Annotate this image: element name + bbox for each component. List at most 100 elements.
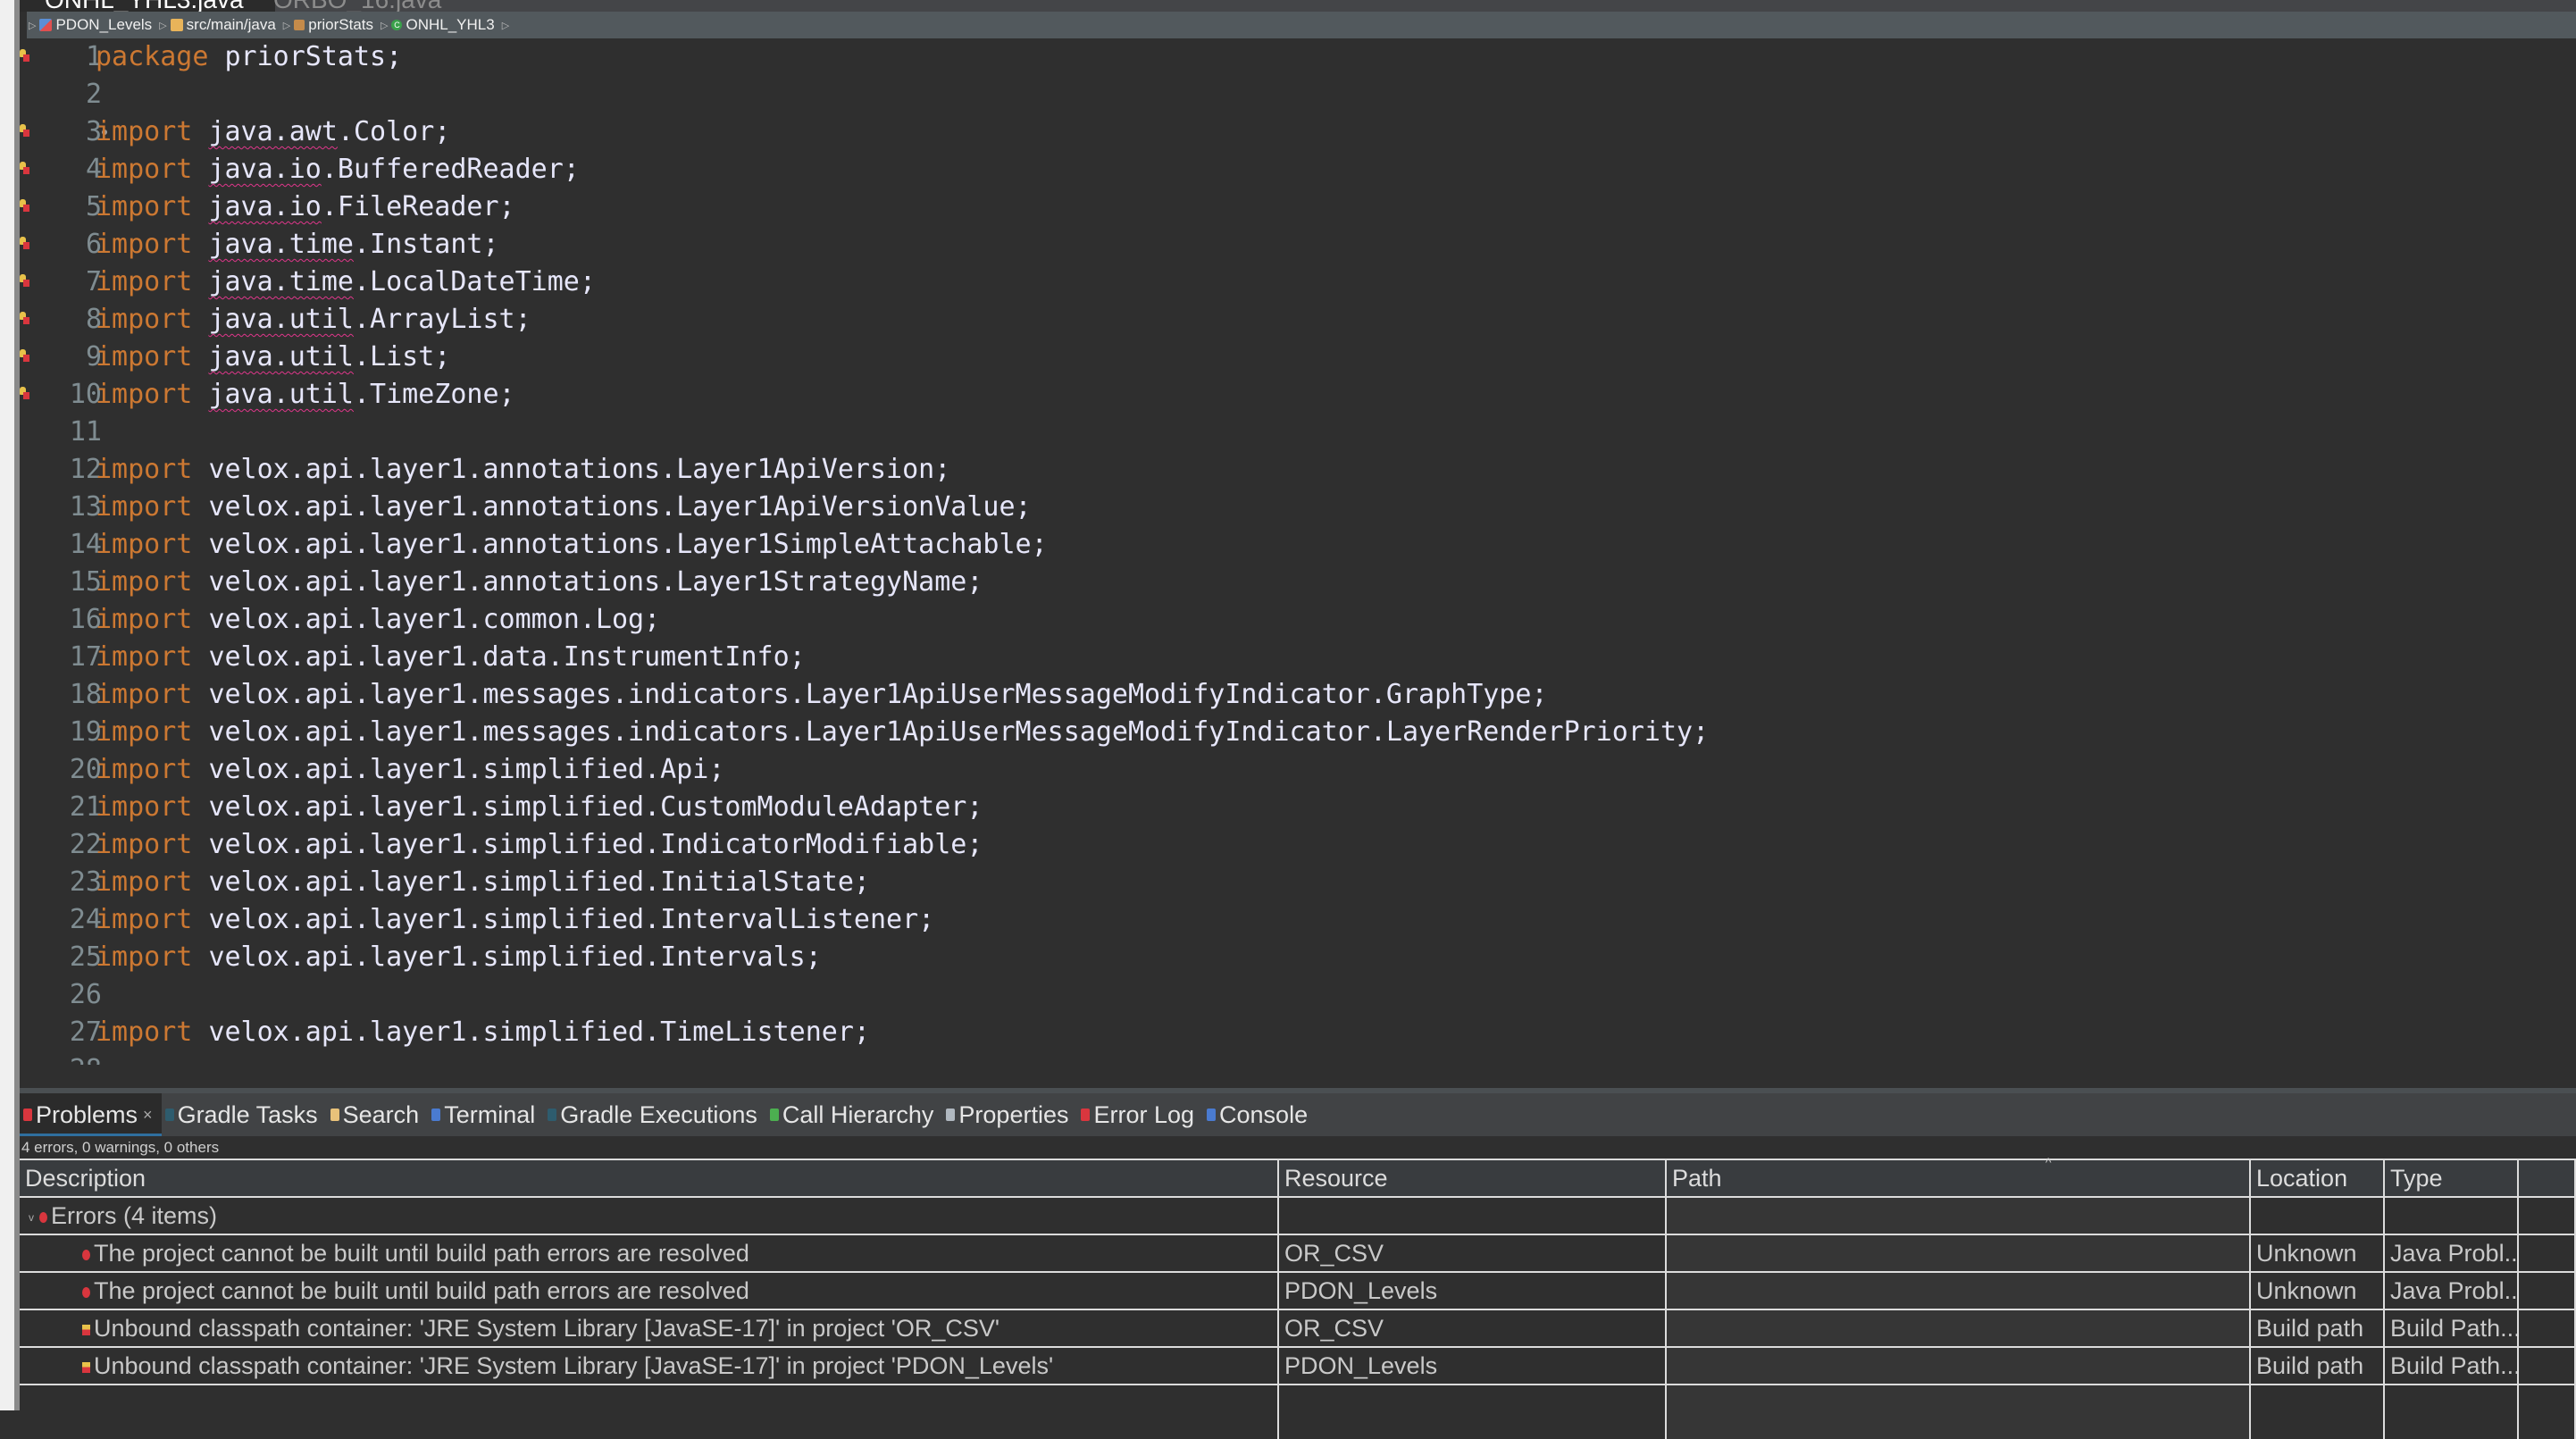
code-line[interactable]: 6 import java.time.Instant; [20, 226, 2576, 264]
panel-tab-call-hierarchy[interactable]: Call Hierarchy [766, 1093, 943, 1136]
location-cell: Unknown [2251, 1235, 2385, 1271]
breadcrumb-chevron-icon[interactable]: ▷ [283, 20, 290, 31]
description-cell: Unbound classpath container: 'JRE System… [20, 1310, 1279, 1346]
code-line[interactable]: 27 import velox.api.layer1.simplified.Tim… [20, 1014, 2576, 1051]
panel-tab-problems[interactable]: Problems × [20, 1093, 162, 1136]
description-cell: The project cannot be built until build … [20, 1235, 1279, 1271]
empty-cell [1279, 1385, 1667, 1439]
code-rest: velox.api.layer1.simplified.TimeListener… [208, 1017, 870, 1048]
column-header-type[interactable]: Type [2385, 1160, 2519, 1196]
line-number: 22 [69, 829, 102, 860]
code-line[interactable]: 13 import velox.api.layer1.annotations.La… [20, 489, 2576, 526]
column-header-location[interactable]: Location [2251, 1160, 2385, 1196]
error-marker-icon[interactable] [20, 162, 29, 174]
breadcrumb-item-project[interactable]: PDON_Levels [39, 16, 152, 34]
column-header-resource[interactable]: Resource [1279, 1160, 1667, 1196]
code-line[interactable]: 25 import velox.api.layer1.simplified.Int… [20, 939, 2576, 976]
keyword: import [96, 604, 193, 635]
resource-cell: OR_CSV [1279, 1310, 1667, 1346]
breadcrumb-chevron-icon[interactable]: ▷ [159, 20, 166, 31]
keyword: import [96, 116, 193, 147]
column-header-path[interactable]: Path [1667, 1160, 2251, 1196]
breadcrumb-item-source-folder[interactable]: src/main/java [170, 16, 276, 34]
problem-group-row[interactable]: v Errors (4 items) [20, 1198, 2576, 1235]
code-line[interactable]: 24 import velox.api.layer1.simplified.Int… [20, 901, 2576, 939]
problem-row[interactable]: Unbound classpath container: 'JRE System… [20, 1310, 2576, 1348]
code-line[interactable]: 19 import velox.api.layer1.messages.indic… [20, 714, 2576, 751]
code-text: import velox.api.layer1.annotations.Laye… [96, 564, 983, 601]
code-line[interactable]: 28 [20, 1051, 2576, 1065]
error-marker-icon[interactable] [20, 312, 29, 324]
code-line[interactable]: 17 import velox.api.layer1.data.Instrumen… [20, 639, 2576, 676]
error-marker-icon[interactable] [20, 387, 29, 399]
code-line[interactable]: 14 import velox.api.layer1.annotations.La… [20, 526, 2576, 564]
location-cell: Build path [2251, 1310, 2385, 1346]
panel-tab-search[interactable]: Search [327, 1093, 429, 1136]
code-line[interactable]: 3 import java.awt.Color; [20, 113, 2576, 151]
keyword: import [96, 716, 193, 748]
breadcrumb-item-package[interactable]: priorStats [294, 16, 373, 34]
code-line[interactable]: 20 import velox.api.layer1.simplified.Api… [20, 751, 2576, 789]
code-editor[interactable]: 2827import velox.api.layer1.simplified.T… [20, 38, 2576, 1065]
problems-icon [23, 1109, 32, 1121]
code-line[interactable]: 21 import velox.api.layer1.simplified.Cus… [20, 789, 2576, 826]
keyword: package [96, 41, 209, 72]
code-text: import java.io.FileReader; [96, 188, 515, 226]
code-text: import velox.api.layer1.data.InstrumentI… [96, 639, 806, 676]
breadcrumb-chevron-icon[interactable]: ▷ [381, 20, 388, 31]
panel-tab-gradle-executions[interactable]: Gradle Executions [544, 1093, 766, 1136]
code-line[interactable]: 26 [20, 976, 2576, 1014]
problem-row[interactable]: The project cannot be built until build … [20, 1273, 2576, 1310]
code-line[interactable]: 22 import velox.api.layer1.simplified.Ind… [20, 826, 2576, 864]
empty-row[interactable] [20, 1385, 2576, 1439]
code-line[interactable]: 1 package priorStats; [20, 38, 2576, 76]
code-line[interactable]: 12 import velox.api.layer1.annotations.La… [20, 451, 2576, 489]
breadcrumb-chevron-icon[interactable]: ▷ [502, 20, 509, 31]
breadcrumb-chevron-icon[interactable]: ▷ [29, 20, 36, 31]
breadcrumb-item-class[interactable]: C ONHL_YHL3 [391, 16, 495, 34]
line-number: 7 [85, 266, 102, 297]
code-text: import velox.api.layer1.simplified.Custo… [96, 789, 983, 826]
panel-tab-terminal[interactable]: Terminal [428, 1093, 544, 1136]
editor-tab-inactive[interactable]: ORBO_16.java [248, 0, 466, 12]
code-line[interactable]: 8 import java.util.ArrayList; [20, 301, 2576, 339]
code-line[interactable]: 16 import velox.api.layer1.common.Log; [20, 601, 2576, 639]
panel-tab-bar: Problems × Gradle Tasks Search Terminal Gradl… [20, 1093, 2576, 1136]
error-marker-icon[interactable] [20, 349, 29, 362]
code-line[interactable]: 10 import java.util.TimeZone; [20, 376, 2576, 414]
code-line[interactable]: 4 import java.io.BufferedReader; [20, 151, 2576, 188]
code-line[interactable]: 9 import java.util.List; [20, 339, 2576, 376]
unresolved-import: java.time [208, 229, 354, 260]
expand-toggle-icon[interactable]: v [29, 1200, 34, 1234]
error-marker-icon[interactable] [20, 274, 29, 287]
panel-tab-properties[interactable]: Properties [942, 1093, 1077, 1136]
panel-tab-console[interactable]: Console [1203, 1093, 1317, 1136]
code-line[interactable]: 5 import java.io.FileReader; [20, 188, 2576, 226]
problem-row[interactable]: The project cannot be built until build … [20, 1235, 2576, 1273]
code-text: import velox.api.layer1.simplified.Initi… [96, 864, 870, 901]
code-line[interactable]: 15 import velox.api.layer1.annotations.La… [20, 564, 2576, 601]
code-line[interactable]: 23 import velox.api.layer1.simplified.Ini… [20, 864, 2576, 901]
problem-row[interactable]: Unbound classpath container: 'JRE System… [20, 1348, 2576, 1385]
keyword: import [96, 641, 193, 673]
panel-tab-gradle-tasks[interactable]: Gradle Tasks [162, 1093, 327, 1136]
spacer-cell [2519, 1310, 2576, 1346]
code-line[interactable]: 2 [20, 76, 2576, 113]
unresolved-import: java.io [208, 154, 322, 185]
unresolved-import: java.time [208, 266, 354, 297]
code-line[interactable]: 18 import velox.api.layer1.messages.indic… [20, 676, 2576, 714]
error-marker-icon[interactable] [20, 237, 29, 249]
column-header-description[interactable]: Description [20, 1160, 1279, 1196]
error-marker-icon[interactable] [20, 124, 29, 137]
keyword: import [96, 866, 193, 898]
error-marker-icon[interactable] [20, 199, 29, 212]
close-icon[interactable]: × [143, 1106, 153, 1125]
error-marker-icon[interactable] [20, 49, 29, 62]
type-cell: Java Probl... [2385, 1235, 2519, 1271]
editor-tab-active[interactable]: ONHL_YHL3.java [20, 0, 275, 12]
path-cell [1667, 1348, 2251, 1384]
code-line[interactable]: 11 [20, 414, 2576, 451]
code-line[interactable]: 7 import java.time.LocalDateTime; [20, 264, 2576, 301]
unresolved-import: java.util [208, 379, 354, 410]
panel-tab-error-log[interactable]: Error Log [1077, 1093, 1203, 1136]
